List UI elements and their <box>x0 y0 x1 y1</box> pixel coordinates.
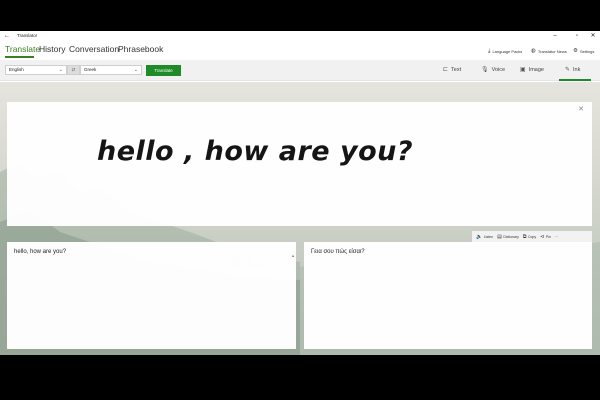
language-packs-label: Language Packs <box>492 49 523 54</box>
chevron-down-icon: ⌄ <box>133 67 138 73</box>
tab-phrasebook[interactable]: Phrasebook <box>118 44 163 54</box>
language-packs-link[interactable]: ⤓ Language Packs <box>488 48 522 55</box>
translator-window: ← Translator – ▫ ✕ Translate History Con… <box>0 31 600 355</box>
target-language-value: Greek <box>84 67 97 72</box>
translate-button[interactable]: Translate <box>146 65 181 76</box>
globe-icon: ◍ <box>531 48 536 54</box>
main-nav: Translate History Conversation Phraseboo… <box>0 42 600 59</box>
window-title: Translator <box>17 33 38 38</box>
mode-tab-text[interactable]: ⊏ Text <box>443 66 462 74</box>
mode-ink-label: Ink <box>573 66 581 73</box>
translator-news-link[interactable]: ◍ Translator News <box>531 48 567 54</box>
active-tab-indicator <box>5 56 34 58</box>
tab-conversation[interactable]: Conversation <box>69 44 119 54</box>
microphone-icon: 🎙 <box>481 67 489 73</box>
pin-label: Pin <box>545 235 551 239</box>
swap-languages-button[interactable]: ⇄ <box>67 65 80 75</box>
listen-label: Listen <box>483 235 494 239</box>
settings-link[interactable]: ⚙ Settings <box>573 48 594 54</box>
mode-voice-label: Voice <box>491 66 506 73</box>
mode-text-label: Text <box>451 66 462 73</box>
text-icon: ⊏ <box>443 67 449 73</box>
dictionary-label: Dictionary <box>503 235 519 239</box>
settings-label: Settings <box>579 48 595 54</box>
pen-icon: ✎ <box>565 67 571 73</box>
close-window-icon[interactable]: ✕ <box>588 31 598 41</box>
copy-label: Copy <box>527 235 537 239</box>
copy-icon: ⧉ <box>522 234 527 240</box>
title-bar: ← Translator – ▫ ✕ <box>0 31 600 41</box>
maximize-icon[interactable]: ▫ <box>572 31 582 41</box>
pin-icon: ⊲ <box>540 234 545 240</box>
mode-tab-image[interactable]: ▣ Image <box>520 66 544 74</box>
source-text-panel[interactable]: hello, how are you? ▲ <box>7 242 296 349</box>
translated-text: Γεια σου πώς είσαι? <box>311 249 365 255</box>
source-language-value: English <box>9 67 24 72</box>
translation-text-panel: Γεια σου πώς είσαι? <box>304 242 592 349</box>
download-icon: ⤓ <box>488 48 491 54</box>
source-language-select[interactable]: English ⌄ <box>5 65 67 75</box>
clear-ink-icon[interactable]: ✕ <box>578 105 584 113</box>
mode-image-label: Image <box>528 66 544 73</box>
translator-news-label: Translator News <box>537 48 567 54</box>
listen-button[interactable]: 🔈 Listen <box>476 234 493 240</box>
back-arrow-icon[interactable]: ← <box>4 31 10 41</box>
mode-tab-voice[interactable]: 🎙 Voice <box>481 66 506 74</box>
handwriting-ink: hello , how are you? <box>97 136 414 167</box>
source-text: hello, how are you? <box>14 249 67 255</box>
tab-history[interactable]: History <box>39 44 65 54</box>
ink-canvas[interactable]: ✕ hello , how are you? <box>7 102 592 226</box>
more-options-icon[interactable]: ⋯ <box>555 235 559 239</box>
copy-button[interactable]: ⧉ Copy <box>523 234 536 240</box>
mode-tab-ink[interactable]: ✎ Ink <box>565 66 581 74</box>
language-toolbar: English ⌄ ⇄ Greek ⌄ Translate ⊏ Text 🎙 V… <box>0 60 600 81</box>
tab-translate[interactable]: Translate <box>5 44 40 54</box>
target-language-select[interactable]: Greek ⌄ <box>80 65 142 75</box>
minimize-icon[interactable]: – <box>550 31 560 41</box>
dictionary-button[interactable]: ▤ Dictionary <box>497 234 519 240</box>
gear-icon: ⚙ <box>573 48 578 54</box>
speaker-icon: 🔈 <box>476 234 483 240</box>
pin-button[interactable]: ⊲ Pin <box>540 234 551 240</box>
active-mode-indicator <box>559 79 591 81</box>
scroll-arrow-icon[interactable]: ▲ <box>291 253 295 265</box>
chevron-down-icon: ⌄ <box>58 67 63 73</box>
image-icon: ▣ <box>520 67 526 73</box>
book-icon: ▤ <box>497 234 502 240</box>
